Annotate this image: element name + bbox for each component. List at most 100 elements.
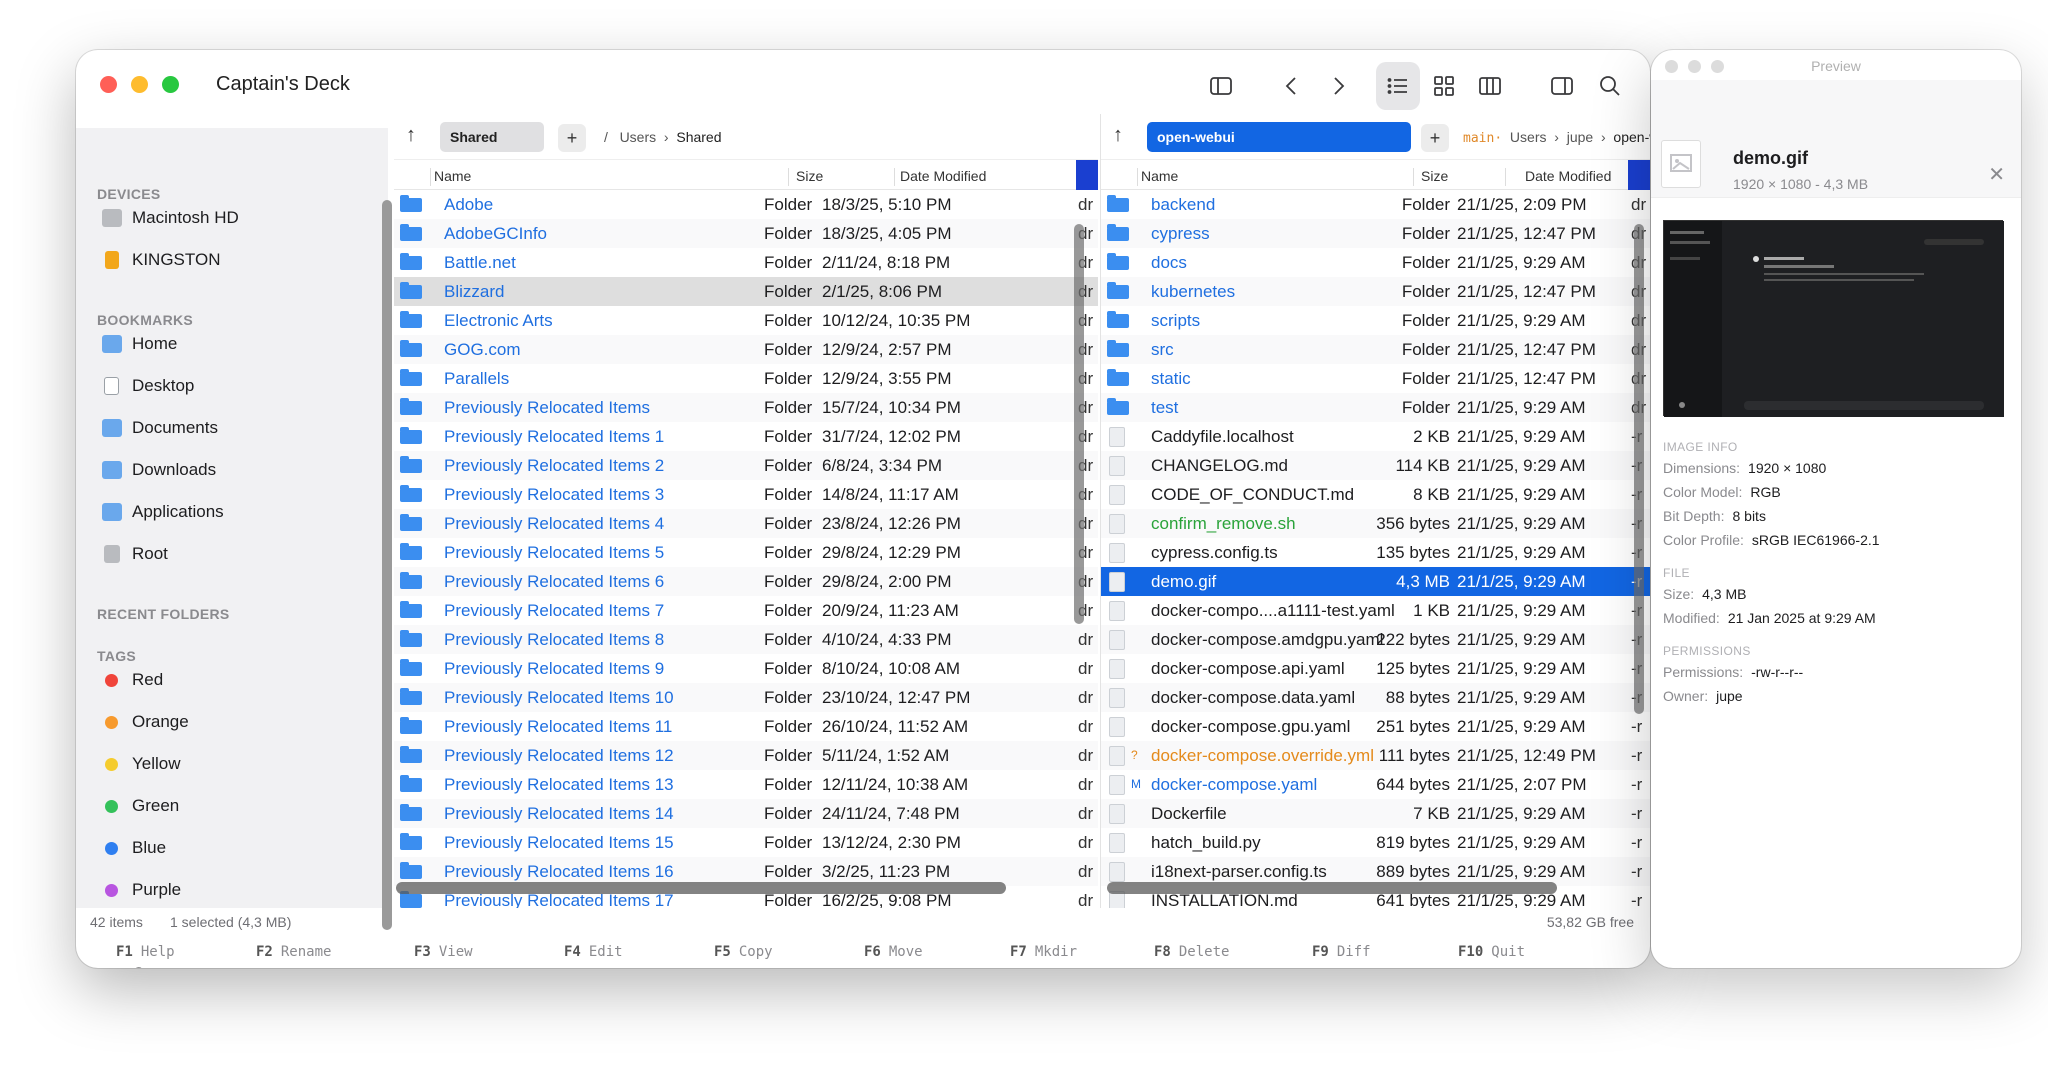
table-row[interactable]: confirm_remove.sh 356 bytes 21/1/25, 9:29 … xyxy=(1101,509,1650,538)
table-row[interactable]: testFolder21/1/25, 9:29 AMdr xyxy=(1101,393,1650,422)
sidebar-item-documents[interactable]: Documents xyxy=(102,413,218,443)
table-row[interactable]: docker-compose.api.yaml 125 bytes 21/1/25,… xyxy=(1101,654,1650,683)
table-row[interactable]: cypressFolder21/1/25, 12:47 PMdr xyxy=(1101,219,1650,248)
table-row[interactable]: Previously Relocated Items 2 Folder 6/8/24… xyxy=(394,451,1098,480)
table-row[interactable]: staticFolder21/1/25, 12:47 PMdr xyxy=(1101,364,1650,393)
table-row[interactable]: hatch_build.py 819 bytes 21/1/25, 9:29 AM -… xyxy=(1101,828,1650,857)
sidebar-tag-yellow[interactable]: Yellow xyxy=(102,749,181,779)
table-row[interactable]: kubernetesFolder21/1/25, 12:47 PMdr xyxy=(1101,277,1650,306)
close-icon[interactable]: ✕ xyxy=(1988,162,2005,187)
table-row[interactable]: Previously Relocated Items 12 Folder 5/11/… xyxy=(394,741,1098,770)
table-row[interactable]: Dockerfile 7 KB 21/1/25, 9:29 AM -r xyxy=(1101,799,1650,828)
zoom-window-button[interactable] xyxy=(162,76,179,93)
column-size-header[interactable]: Size xyxy=(1421,168,1448,184)
sidebar-item-applications[interactable]: Applications xyxy=(102,497,224,527)
table-row[interactable]: Previously Relocated Items 9 Folder 8/10/2… xyxy=(394,654,1098,683)
table-row[interactable]: GOG.com Folder 12/9/24, 2:57 PM dr xyxy=(394,335,1098,364)
back-button[interactable] xyxy=(1272,62,1312,110)
table-row[interactable]: Previously Relocated Items 8 Folder 4/10/2… xyxy=(394,625,1098,654)
fkey-f1-button[interactable]: F1 Help xyxy=(116,944,175,960)
fkey-f9-button[interactable]: F9 Diff xyxy=(1312,944,1371,960)
column-date-header[interactable]: Date Modified xyxy=(900,168,986,184)
table-row[interactable]: Mdocker-compose.yaml 644 bytes 21/1/25, 2:… xyxy=(1101,770,1650,799)
fkey-f5-button[interactable]: F5 Copy xyxy=(714,944,773,960)
table-row[interactable]: Adobe Folder 18/3/25, 5:10 PM dr xyxy=(394,190,1098,219)
table-row[interactable]: Previously Relocated Items Folder 15/7/24,… xyxy=(394,393,1098,422)
right-horizontal-scrollbar[interactable] xyxy=(1107,882,1557,894)
table-row[interactable]: Previously Relocated Items 6 Folder 29/8/2… xyxy=(394,567,1098,596)
table-row[interactable]: Previously Relocated Items 3 Folder 14/8/2… xyxy=(394,480,1098,509)
breadcrumb-segment[interactable]: Users xyxy=(620,129,657,145)
table-row[interactable]: cypress.config.ts 135 bytes 21/1/25, 9:29 … xyxy=(1101,538,1650,567)
column-view-button[interactable] xyxy=(1470,62,1510,110)
fkey-f8-button[interactable]: F8 Delete xyxy=(1154,944,1229,960)
table-row[interactable]: Parallels Folder 12/9/24, 3:55 PM dr xyxy=(394,364,1098,393)
new-tab-button[interactable]: + xyxy=(558,124,586,152)
search-button[interactable] xyxy=(1590,62,1630,110)
table-row[interactable]: Previously Relocated Items 11 Folder 26/10… xyxy=(394,712,1098,741)
table-row[interactable]: docsFolder21/1/25, 9:29 AMdr xyxy=(1101,248,1650,277)
list-view-button[interactable] xyxy=(1376,62,1420,110)
sidebar-item-desktop[interactable]: Desktop xyxy=(102,371,194,401)
up-arrow-icon[interactable]: ↑ xyxy=(406,124,416,147)
right-vertical-scrollbar[interactable] xyxy=(1634,224,1644,714)
table-row[interactable]: Previously Relocated Items 15 Folder 13/12… xyxy=(394,828,1098,857)
fkey-f6-button[interactable]: F6 Move xyxy=(864,944,923,960)
table-row[interactable]: Previously Relocated Items 5 Folder 29/8/2… xyxy=(394,538,1098,567)
sidebar-item-downloads[interactable]: Downloads xyxy=(102,455,216,485)
breadcrumb-segment[interactable]: Users xyxy=(1510,129,1547,145)
table-row[interactable]: AdobeGCInfo Folder 18/3/25, 4:05 PM dr xyxy=(394,219,1098,248)
fkey-f10-button[interactable]: F10 Quit xyxy=(1458,944,1525,960)
sidebar-tag-green[interactable]: Green xyxy=(102,791,179,821)
column-name-header[interactable]: Name xyxy=(434,168,471,184)
left-tab[interactable]: Shared xyxy=(440,122,544,152)
fkey-f7-button[interactable]: F7 Mkdir xyxy=(1010,944,1077,960)
table-row[interactable]: docker-compo....a1111-test.yaml 1 KB 21/1/… xyxy=(1101,596,1650,625)
table-row[interactable]: CODE_OF_CONDUCT.md8 KB21/1/25, 9:29 AM-r xyxy=(1101,480,1650,509)
fkey-f4-button[interactable]: F4 Edit xyxy=(564,944,623,960)
breadcrumb-segment[interactable]: jupe xyxy=(1567,129,1593,145)
up-arrow-icon[interactable]: ↑ xyxy=(1113,124,1123,147)
table-row[interactable]: Previously Relocated Items 7 Folder 20/9/2… xyxy=(394,596,1098,625)
table-row[interactable]: Battle.net Folder 2/11/24, 8:18 PM dr xyxy=(394,248,1098,277)
breadcrumb-segment[interactable]: Shared xyxy=(676,129,721,145)
grid-view-button[interactable] xyxy=(1424,62,1464,110)
table-row[interactable]: CHANGELOG.md114 KB21/1/25, 9:29 AM-r xyxy=(1101,451,1650,480)
table-row[interactable]: docker-compose.amdgpu.yaml 222 bytes 21/1/… xyxy=(1101,625,1650,654)
column-date-header[interactable]: Date Modified xyxy=(1525,168,1611,184)
column-size-header[interactable]: Size xyxy=(796,168,823,184)
table-row[interactable]: Previously Relocated Items 10 Folder 23/10… xyxy=(394,683,1098,712)
sidebar-tag-blue[interactable]: Blue xyxy=(102,833,166,863)
toggle-sidebar-button[interactable] xyxy=(1196,62,1246,110)
forward-button[interactable] xyxy=(1318,62,1358,110)
close-window-button[interactable] xyxy=(100,76,117,93)
breadcrumb-segment[interactable]: / xyxy=(604,129,608,145)
table-row[interactable]: Previously Relocated Items 14 Folder 24/11… xyxy=(394,799,1098,828)
table-row[interactable]: Previously Relocated Items 4 Folder 23/8/2… xyxy=(394,509,1098,538)
table-row[interactable]: Blizzard Folder 2/1/25, 8:06 PM dr xyxy=(394,277,1098,306)
sidebar-item-root[interactable]: Root xyxy=(102,539,168,569)
table-row[interactable]: docker-compose.gpu.yaml 251 bytes 21/1/25,… xyxy=(1101,712,1650,741)
sidebar-item-macintosh-hd[interactable]: Macintosh HD xyxy=(102,203,239,233)
table-row[interactable]: demo.gif4,3 MB21/1/25, 9:29 AM-r xyxy=(1101,567,1650,596)
column-name-header[interactable]: Name xyxy=(1141,168,1178,184)
sidebar-item-home[interactable]: Home xyxy=(102,329,177,359)
sidebar-scrollbar[interactable] xyxy=(382,200,392,930)
table-row[interactable]: srcFolder21/1/25, 12:47 PMdr xyxy=(1101,335,1650,364)
table-row[interactable]: Previously Relocated Items 13 Folder 12/11… xyxy=(394,770,1098,799)
left-horizontal-scrollbar[interactable] xyxy=(396,882,1006,894)
table-row[interactable]: docker-compose.data.yaml 88 bytes 21/1/25,… xyxy=(1101,683,1650,712)
sidebar-tag-red[interactable]: Red xyxy=(102,665,163,695)
table-row[interactable]: backend Folder 21/1/25, 2:09 PM dr xyxy=(1101,190,1650,219)
table-row[interactable]: scriptsFolder21/1/25, 9:29 AMdr xyxy=(1101,306,1650,335)
new-tab-button[interactable]: + xyxy=(1421,124,1449,152)
sidebar-tag-purple[interactable]: Purple xyxy=(102,875,181,905)
fkey-f2-button[interactable]: F2 Rename xyxy=(256,944,331,960)
sidebar-item-kingston[interactable]: KINGSTON xyxy=(102,245,220,275)
minimize-window-button[interactable] xyxy=(131,76,148,93)
fkey-f3-button[interactable]: F3 View xyxy=(414,944,473,960)
left-vertical-scrollbar[interactable] xyxy=(1074,224,1084,624)
table-row[interactable]: Previously Relocated Items 1 Folder 31/7/2… xyxy=(394,422,1098,451)
table-row[interactable]: Caddyfile.localhost2 KB21/1/25, 9:29 AM-… xyxy=(1101,422,1650,451)
breadcrumb-segment[interactable]: open-webui xyxy=(1613,129,1650,145)
